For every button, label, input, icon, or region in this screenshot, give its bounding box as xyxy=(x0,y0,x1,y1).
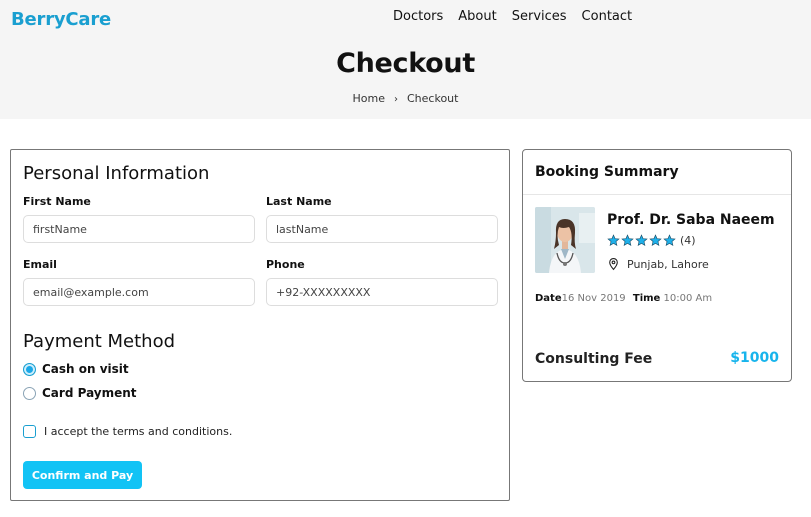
doctor-photo-icon xyxy=(535,207,595,273)
booking-summary-card: Booking Summary Prof. Dr. Saba Naeem (4) xyxy=(522,149,792,382)
nav-contact[interactable]: Contact xyxy=(582,9,633,24)
terms-label: I accept the terms and conditions. xyxy=(44,425,233,438)
booking-summary-header: Booking Summary xyxy=(523,150,791,195)
radio-card[interactable] xyxy=(23,386,36,400)
breadcrumb: Home › Checkout xyxy=(0,92,811,105)
time-label: Time xyxy=(632,293,661,304)
confirm-and-pay-button[interactable]: Confirm and Pay xyxy=(23,461,142,489)
personal-info-title: Personal Information xyxy=(23,163,210,184)
date-value: 16 Nov 2019 xyxy=(561,293,626,304)
first-name-label: First Name xyxy=(23,195,91,208)
consulting-fee-label: Consulting Fee xyxy=(535,351,653,367)
appointment-datetime: Date16 Nov 2019 Time 10:00 Am xyxy=(535,293,712,304)
checkout-form: Personal Information First Name Last Nam… xyxy=(10,149,510,501)
phone-label: Phone xyxy=(266,258,305,271)
first-name-input[interactable] xyxy=(23,215,255,243)
time-value: 10:00 Am xyxy=(663,293,713,304)
logo[interactable]: BerryCare xyxy=(11,9,111,30)
breadcrumb-home[interactable]: Home xyxy=(353,92,385,105)
doctor-avatar xyxy=(535,207,595,273)
breadcrumb-current: Checkout xyxy=(407,92,459,105)
last-name-input[interactable] xyxy=(266,215,498,243)
date-label: Date xyxy=(535,293,562,304)
page-hero: BerryCare Doctors About Services Contact… xyxy=(0,0,811,119)
payment-option-cash-label: Cash on visit xyxy=(42,362,129,376)
doctor-name: Prof. Dr. Saba Naeem xyxy=(607,212,775,228)
star-icon xyxy=(635,234,648,246)
payment-option-card-label: Card Payment xyxy=(42,386,137,400)
star-icon xyxy=(607,234,620,246)
email-input[interactable] xyxy=(23,278,255,306)
breadcrumb-separator-icon: › xyxy=(394,94,398,105)
doctor-rating: (4) xyxy=(607,234,696,247)
star-icon xyxy=(621,234,634,246)
last-name-label: Last Name xyxy=(266,195,332,208)
payment-option-card[interactable]: Card Payment xyxy=(23,386,137,400)
map-pin-icon xyxy=(609,258,618,271)
terms-checkbox[interactable] xyxy=(23,425,36,438)
location-text: Punjab, Lahore xyxy=(627,257,709,271)
nav-doctors[interactable]: Doctors xyxy=(393,9,443,24)
review-count: (4) xyxy=(680,234,696,247)
payment-method-title: Payment Method xyxy=(23,331,176,352)
page-title: Checkout xyxy=(336,48,475,79)
phone-input[interactable] xyxy=(266,278,498,306)
booking-summary-title: Booking Summary xyxy=(535,164,679,180)
top-nav: Doctors About Services Contact xyxy=(393,9,632,24)
star-icon xyxy=(663,234,676,246)
email-label: Email xyxy=(23,258,57,271)
doctor-location: Punjab, Lahore xyxy=(607,257,709,271)
radio-cash[interactable] xyxy=(23,362,36,376)
star-icon xyxy=(649,234,662,246)
nav-services[interactable]: Services xyxy=(512,9,567,24)
terms-row[interactable]: I accept the terms and conditions. xyxy=(23,425,232,438)
nav-about[interactable]: About xyxy=(458,9,496,24)
consulting-fee-value: $1000 xyxy=(730,350,779,366)
payment-option-cash[interactable]: Cash on visit xyxy=(23,362,129,376)
